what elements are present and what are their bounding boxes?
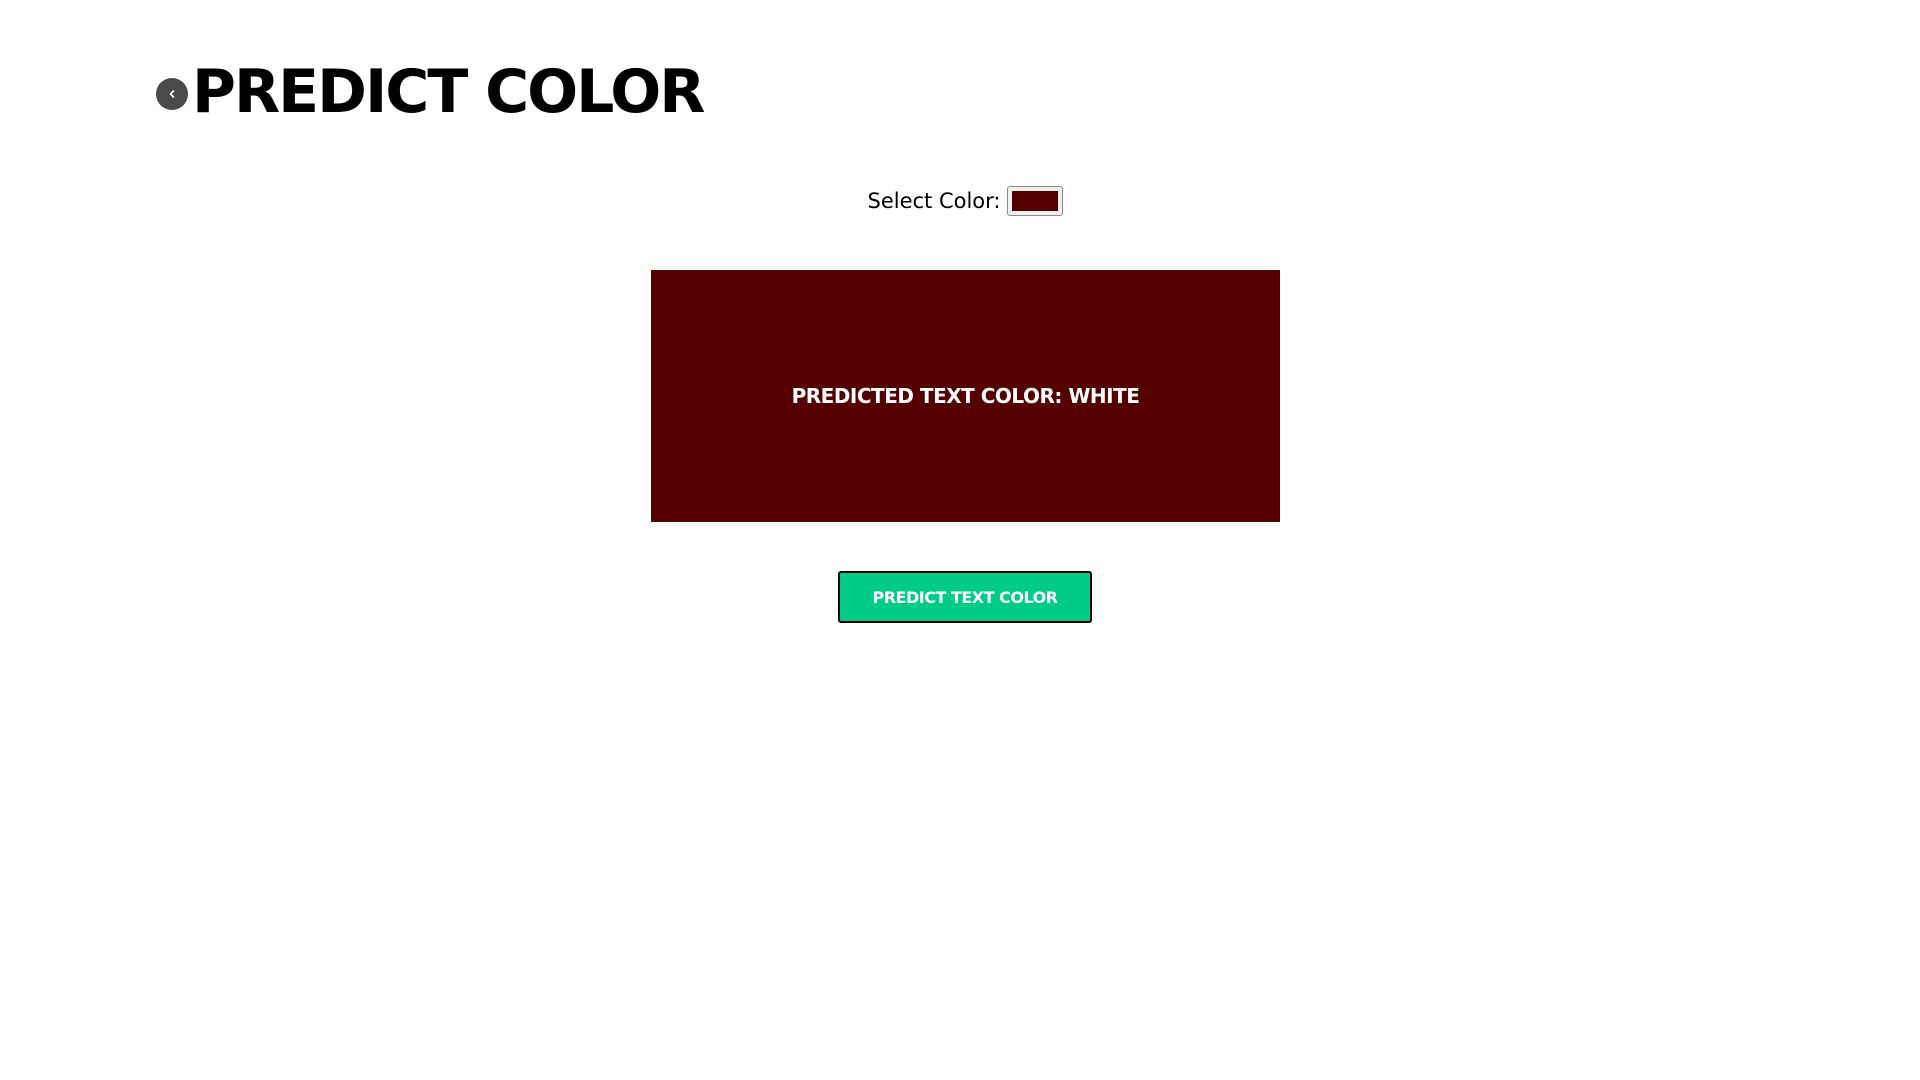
color-preview-box: PREDICTED TEXT COLOR: WHITE xyxy=(651,270,1280,522)
chevron-left-icon xyxy=(169,90,175,98)
color-swatch xyxy=(1011,191,1058,211)
color-picker-row: Select Color: xyxy=(0,186,1920,216)
color-picker-input[interactable] xyxy=(1006,186,1063,216)
predicted-text-color-label: PREDICTED TEXT COLOR: WHITE xyxy=(791,384,1140,408)
page-header: PREDICT COLOR xyxy=(156,56,705,128)
page-title: PREDICT COLOR xyxy=(192,57,705,127)
predict-text-color-button[interactable]: PREDICT TEXT COLOR xyxy=(838,571,1092,623)
back-button[interactable] xyxy=(156,78,188,110)
select-color-label: Select Color: xyxy=(867,189,1001,213)
